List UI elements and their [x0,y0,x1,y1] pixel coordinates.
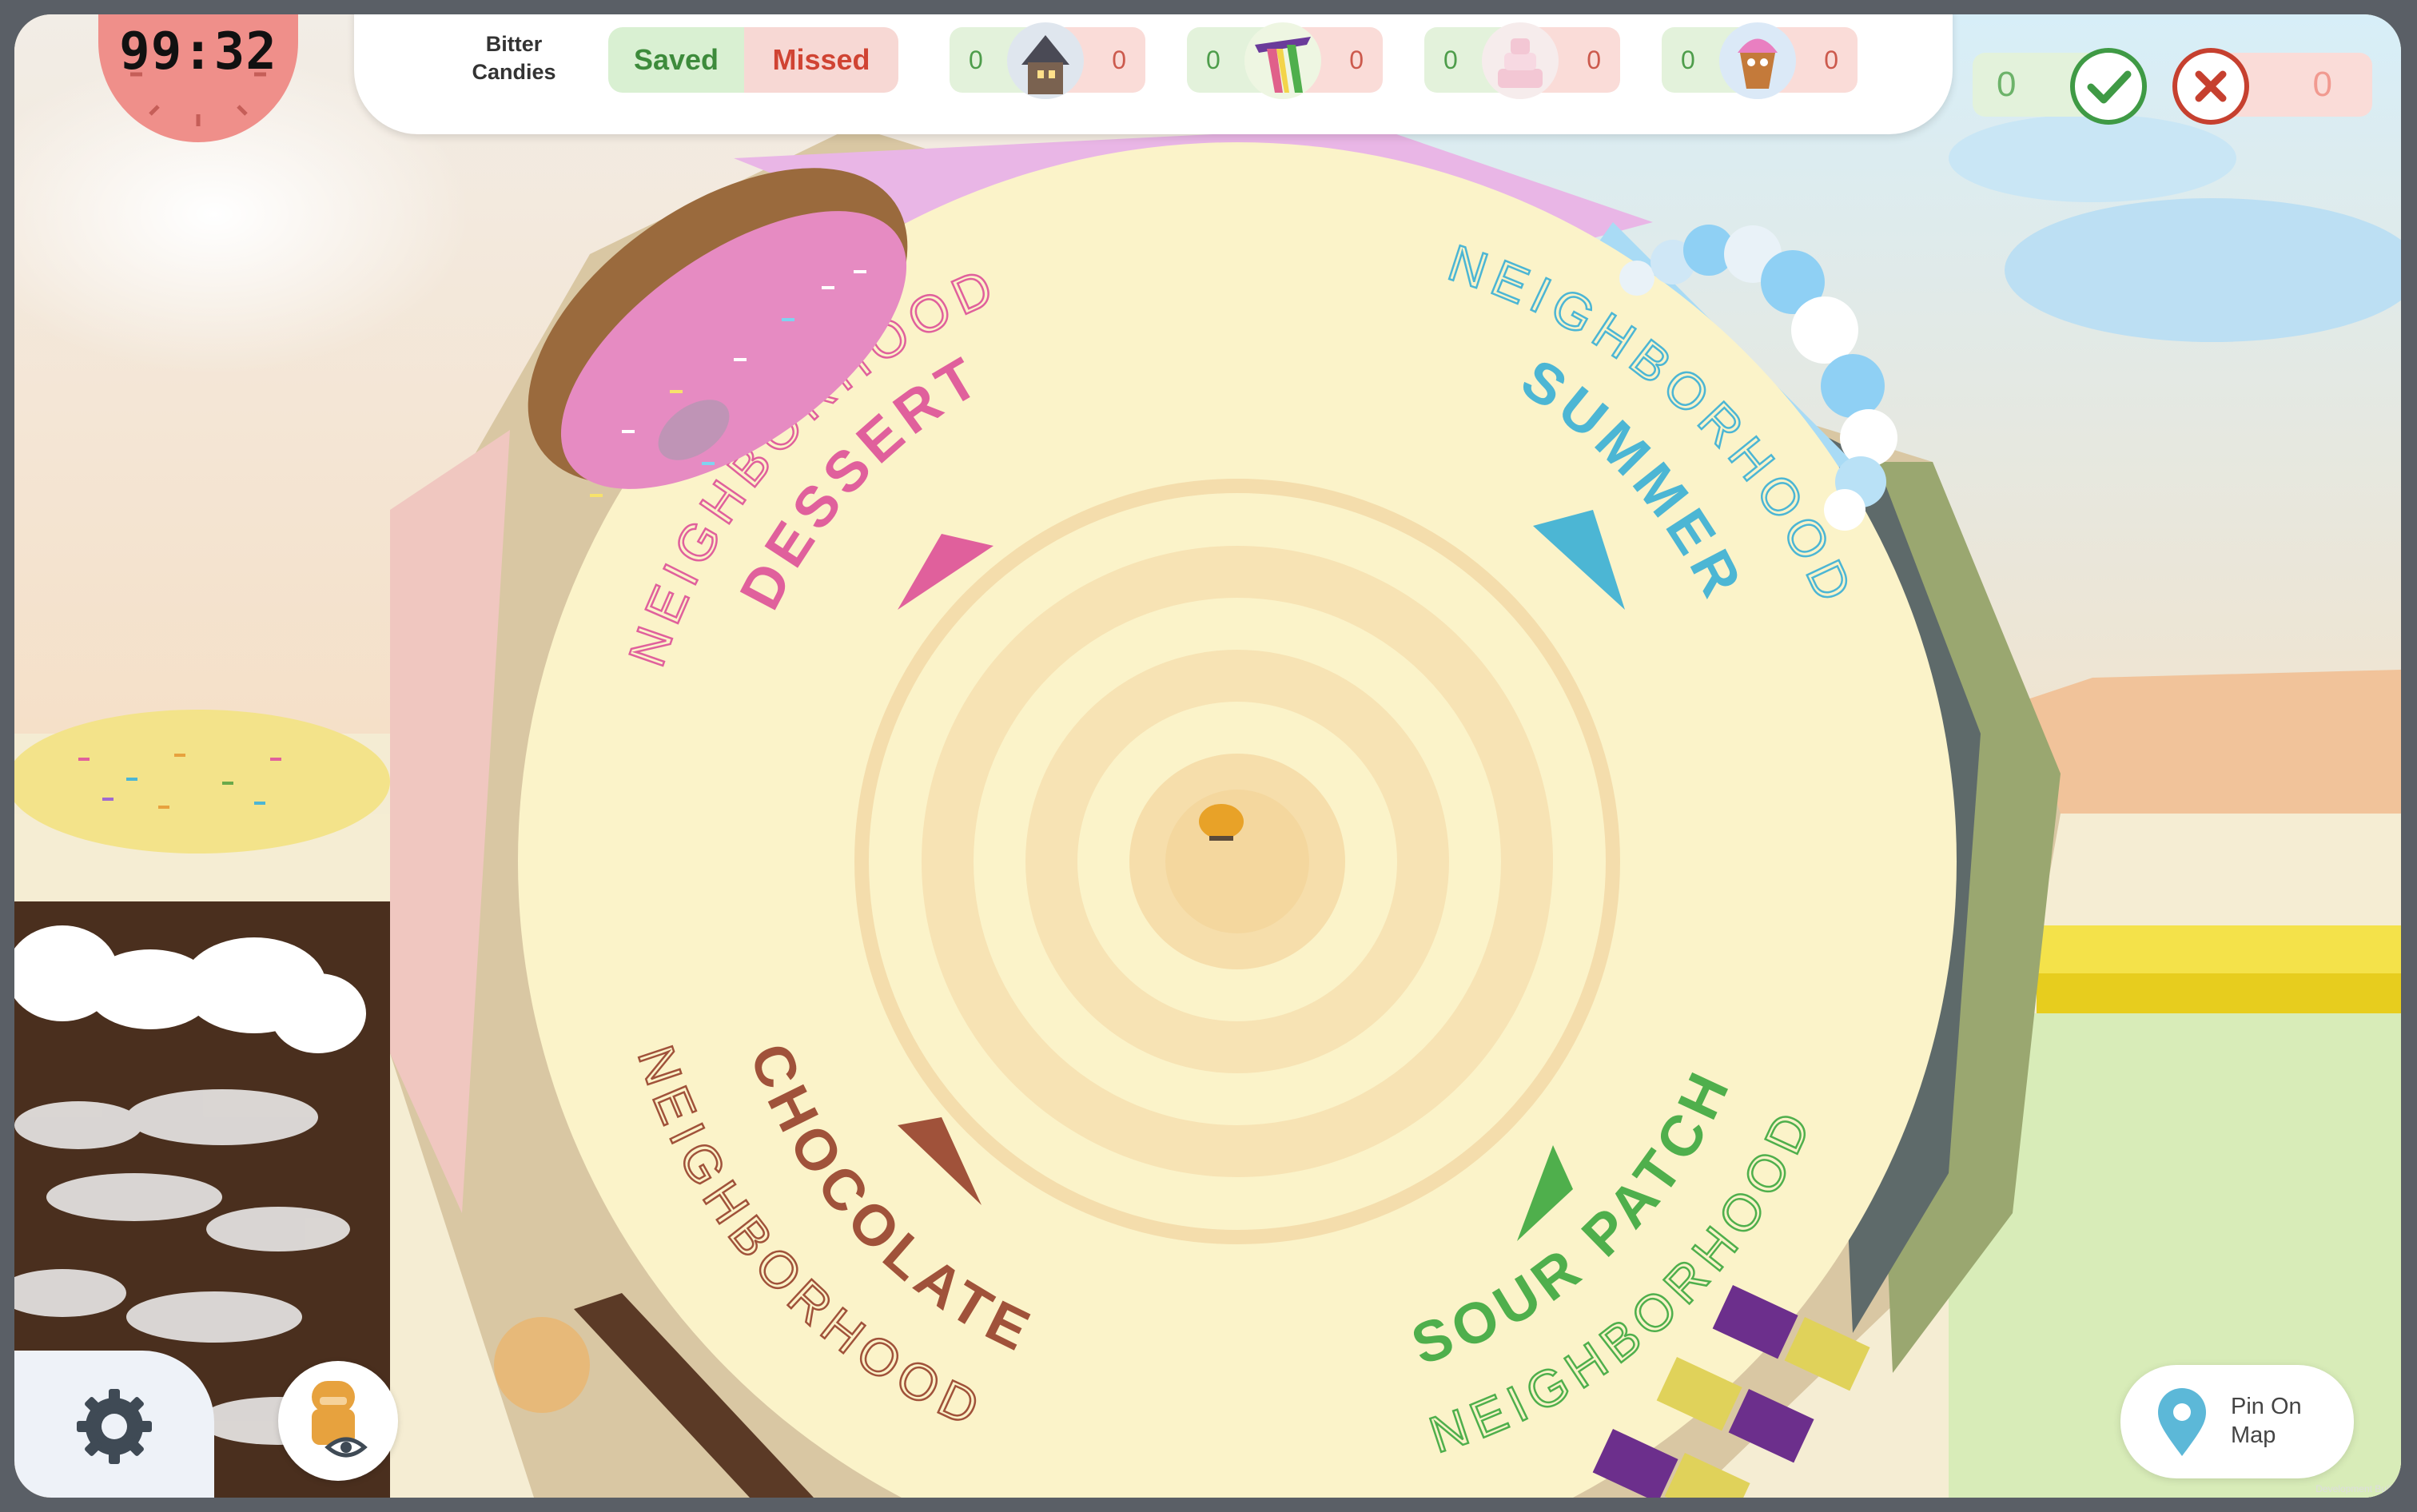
timer: 99:32 [98,14,298,142]
sky-cloud [1949,114,2236,202]
layer-cake-icon [1482,22,1559,99]
haunted-house-icon [1007,22,1084,99]
character-eye-icon [312,1381,368,1458]
timer-text: 99:32 [119,22,277,82]
neighborhood-score-dessert: 0 0 [950,22,1145,99]
build-label: Development Build [2315,1483,2396,1494]
cupcake-character-icon [1719,22,1796,99]
saved-label: Saved [608,27,744,93]
character-view-button[interactable] [278,1361,398,1481]
candy-slide-icon [1244,22,1321,99]
pin-on-map-button[interactable]: Pin On Map [2120,1365,2354,1478]
game-scene: NEIGHBORHOOD DESSERT NEIGHBORHOOD SUMMER… [14,14,2401,1498]
pin-on-map-label: Pin On Map [2231,1394,2302,1448]
total-missed-count: 0 [2312,65,2332,104]
sky-cloud [2005,198,2401,342]
yellow-bar [2037,973,2401,1013]
saved-missed-legend: Saved Missed [608,27,898,93]
missed-label: Missed [744,27,898,93]
sprinkle-island [14,710,390,853]
neighborhood-score-summer: 0 0 [1187,22,1383,99]
scoreboard: Bitter Candies Saved Missed 0 0 0 0 0 0 … [354,14,1953,134]
neighborhood-score-chocolate: 0 0 [1424,22,1620,99]
gear-icon[interactable] [70,1383,158,1470]
game-viewport: NEIGHBORHOOD DESSERT NEIGHBORHOOD SUMMER… [14,14,2401,1498]
close-icon[interactable] [2172,48,2249,125]
map-pin-icon [2158,1388,2206,1456]
category-label: Bitter Candies [472,32,556,84]
neighborhood-score-sour-patch: 0 0 [1662,22,1858,99]
check-icon[interactable] [2070,48,2147,125]
total-saved-count: 0 [1997,65,2017,104]
